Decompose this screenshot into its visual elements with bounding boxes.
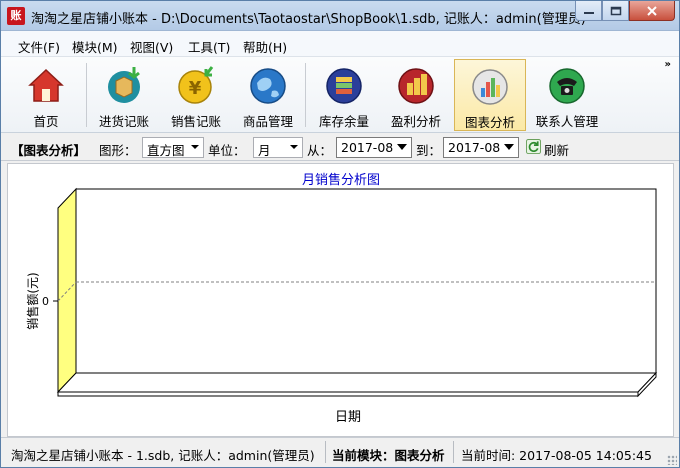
chart-floor	[56, 372, 658, 393]
close-icon	[647, 5, 657, 16]
yen-coin-icon: ¥	[178, 66, 214, 104]
toolbar-inventory-button[interactable]: 库存余量	[309, 59, 379, 131]
toolbar-sales-button[interactable]: ¥ 销售记账	[161, 59, 231, 131]
menu-bar: 文件(F) 模块(M) 视图(V) 工具(T) 帮助(H)	[1, 31, 679, 57]
toolbar-separator	[305, 63, 306, 127]
minimize-button[interactable]	[575, 1, 602, 21]
toolbar-products-button[interactable]: 商品管理	[233, 59, 303, 131]
toolbar-profit-button[interactable]: 盈利分析	[381, 59, 451, 131]
to-label: 到：	[416, 143, 442, 158]
menu-module[interactable]: 模块(M)	[72, 37, 118, 56]
house-icon	[28, 68, 64, 102]
refresh-icon	[526, 139, 541, 154]
status-current-module: 当前模块：图表分析	[332, 448, 445, 463]
from-date-picker[interactable]: 2017-08	[336, 137, 412, 158]
telephone-icon	[549, 68, 585, 104]
menu-view[interactable]: 视图(V)	[130, 37, 173, 56]
toolbar-inventory-label: 库存余量	[318, 114, 369, 129]
menu-help[interactable]: 帮助(H)	[243, 37, 287, 56]
chevron-down-icon	[504, 144, 514, 150]
unit-value: 月	[258, 143, 271, 158]
chart-base-front	[57, 391, 639, 397]
from-date-value: 2017-08	[341, 140, 394, 155]
toolbar-sales-label: 销售记账	[170, 114, 221, 129]
minimize-icon	[583, 11, 594, 14]
to-date-picker[interactable]: 2017-08	[443, 137, 519, 158]
refresh-label: 刷新	[544, 143, 570, 158]
sales-chart: 月销售分析图 0 销售额(元) 日期	[25, 172, 658, 425]
toolbar-products-label: 商品管理	[242, 114, 293, 129]
status-bar: 淘淘之星店铺小账本 - 1.sdb, 记账人：admin(管理员) 当前模块：图…	[1, 437, 679, 467]
maximize-icon	[610, 6, 621, 15]
toolbar-separator	[86, 63, 87, 127]
toolbar-chart-label: 图表分析	[464, 115, 515, 130]
status-db-info: 淘淘之星店铺小账本 - 1.sdb, 记账人：admin(管理员)	[11, 448, 315, 463]
svg-text:¥: ¥	[189, 78, 202, 99]
inventory-stack-icon	[326, 68, 362, 104]
globe-icon	[250, 68, 286, 104]
toolbar-home-button[interactable]: 首页	[9, 59, 83, 131]
section-label: 【图表分析】	[11, 143, 87, 158]
x-axis-label: 日期	[335, 410, 361, 425]
toolbar-purchase-button[interactable]: 进货记账	[89, 59, 159, 131]
toolbar-overflow-chevron[interactable]: »	[665, 59, 671, 70]
chart-filter-bar: 【图表分析】 图形： 直方图 单位： 月 从： 2017-08 到： 2017-…	[1, 134, 679, 161]
status-current-time: 当前时间: 2017-08-05 14:05:45	[461, 448, 652, 463]
chart-back-wall	[75, 188, 657, 374]
profit-coins-icon	[398, 68, 434, 104]
title-bar[interactable]: 账 淘淘之星店铺小账本 - D:\Documents\Taotaostar\Sh…	[1, 1, 679, 31]
chevron-down-icon	[191, 145, 199, 149]
chart-left-wall	[57, 187, 77, 394]
toolbar-contacts-button[interactable]: 联系人管理	[529, 59, 605, 131]
chart-type-value: 直方图	[147, 143, 185, 158]
menu-file[interactable]: 文件(F)	[18, 37, 60, 56]
chart-type-select[interactable]: 直方图	[142, 137, 204, 158]
chart-panel: 月销售分析图 0 销售额(元) 日期	[7, 163, 674, 437]
chevron-down-icon	[290, 145, 298, 149]
purchase-box-icon	[108, 67, 140, 103]
bar-chart-icon	[472, 69, 508, 105]
y-axis-label: 销售额(元)	[25, 272, 40, 329]
toolbar-chart-button[interactable]: 图表分析	[454, 59, 526, 131]
status-separator	[325, 441, 326, 463]
resize-grip[interactable]	[667, 455, 677, 465]
to-date-value: 2017-08	[448, 140, 501, 155]
unit-label: 单位：	[208, 143, 246, 158]
main-toolbar: 首页 进货记账 ¥ 销售记账 商品管理 库存余量 盈利分析 图表分析 联系人管理…	[1, 57, 679, 133]
toolbar-home-label: 首页	[33, 114, 59, 129]
chart-type-label: 图形：	[99, 143, 137, 158]
refresh-button[interactable]: 刷新	[526, 138, 569, 158]
toolbar-purchase-label: 进货记账	[98, 114, 149, 129]
menu-tools[interactable]: 工具(T)	[188, 37, 230, 56]
toolbar-contacts-label: 联系人管理	[535, 114, 599, 129]
y-tick-label: 0	[42, 295, 49, 308]
app-logo-icon: 账	[7, 7, 25, 25]
maximize-button[interactable]	[602, 1, 629, 21]
window-controls	[575, 1, 675, 21]
chevron-down-icon	[397, 144, 407, 150]
unit-select[interactable]: 月	[253, 137, 303, 158]
toolbar-profit-label: 盈利分析	[390, 114, 441, 129]
window-title: 淘淘之星店铺小账本 - D:\Documents\Taotaostar\Shop…	[31, 12, 586, 27]
close-button[interactable]	[629, 1, 675, 21]
app-window: 账 淘淘之星店铺小账本 - D:\Documents\Taotaostar\Sh…	[0, 0, 680, 468]
chart-title: 月销售分析图	[302, 172, 380, 188]
status-separator	[453, 441, 454, 463]
from-label: 从：	[307, 143, 333, 158]
